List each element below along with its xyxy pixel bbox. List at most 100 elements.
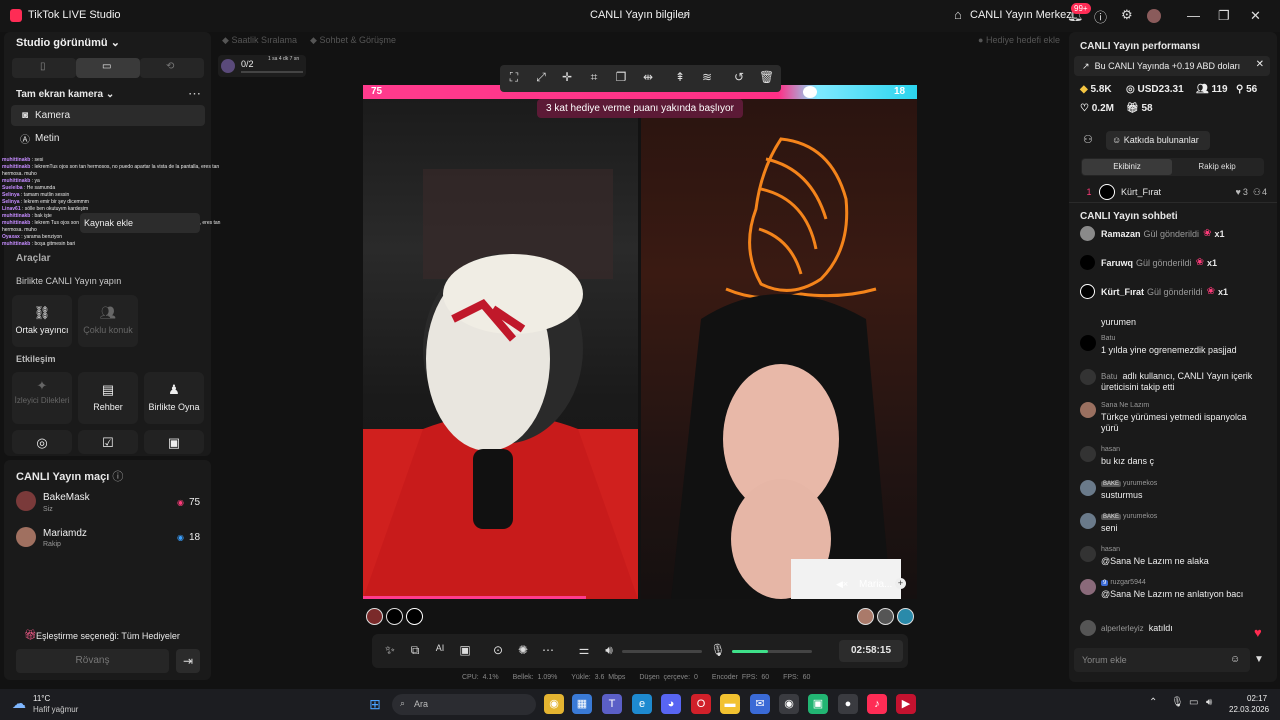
- minimize-icon[interactable]: —: [1187, 8, 1200, 23]
- expand-icon[interactable]: ⤢: [534, 70, 548, 85]
- tool-button[interactable]: ☑: [78, 430, 138, 454]
- participant-avatar[interactable]: [857, 608, 874, 625]
- heart-icon[interactable]: ♥: [1254, 625, 1262, 640]
- add-icon[interactable]: +: [895, 578, 906, 589]
- clock-date[interactable]: 22.03.2026: [1229, 705, 1269, 714]
- source-camera[interactable]: ◙ Kamera: [11, 105, 205, 126]
- more-icon[interactable]: ⋯: [540, 643, 556, 657]
- network-icon[interactable]: ▭: [1189, 697, 1198, 708]
- gift-match-option[interactable]: Eşleştirme seçeneği: Tüm Hediyeler: [36, 631, 180, 641]
- portrait-view-button[interactable]: ▯: [12, 58, 76, 78]
- chrome-active-icon[interactable]: ◉: [779, 694, 799, 714]
- chevron-up-icon[interactable]: ⌃: [1149, 697, 1157, 708]
- screen-share-icon[interactable]: ⧉: [407, 643, 423, 658]
- flip-icon[interactable]: ⇹: [641, 70, 655, 84]
- chrome-icon[interactable]: ◉: [544, 694, 564, 714]
- contributors-button[interactable]: ☺ Katkıda bulunanlar: [1106, 131, 1210, 150]
- live-info-title[interactable]: CANLI Yayın bilgileri: [590, 9, 690, 21]
- discord-icon[interactable]: ◕: [661, 694, 681, 714]
- mute-icon[interactable]: ◀×: [836, 579, 848, 590]
- tab-rival-team[interactable]: Rakip ekip: [1172, 159, 1262, 175]
- tool-button[interactable]: ▣: [144, 430, 204, 454]
- chat-call[interactable]: ◆ Sohbet & Görüşme: [310, 35, 396, 46]
- play-together-button[interactable]: ♟ Birlikte Oyna: [144, 372, 204, 424]
- help-icon[interactable]: ⓘ: [1094, 7, 1107, 26]
- layer-up-icon[interactable]: ⇞: [673, 70, 687, 84]
- clock-time[interactable]: 02:17: [1247, 694, 1267, 703]
- rotate-icon[interactable]: ↺: [732, 70, 746, 84]
- emoji-icon[interactable]: ☺: [1230, 654, 1240, 665]
- player-score: 18: [189, 532, 201, 543]
- more-options-icon[interactable]: ⋯: [188, 86, 201, 102]
- participant-avatar[interactable]: [366, 608, 383, 625]
- participant-avatar[interactable]: [897, 608, 914, 625]
- close-icon[interactable]: ✕: [1250, 8, 1261, 24]
- store-icon[interactable]: ▦: [572, 694, 592, 714]
- center-icon[interactable]: ✛: [560, 70, 574, 84]
- tiktok-icon[interactable]: ♪: [867, 694, 887, 714]
- avatar: [1080, 255, 1095, 270]
- folder-icon[interactable]: ▬: [720, 694, 740, 714]
- people-icon: ⚇: [1252, 186, 1261, 197]
- weather-icon[interactable]: ☁: [12, 695, 26, 712]
- filter-icon[interactable]: ▼: [1254, 654, 1264, 665]
- record-icon[interactable]: ⊙: [490, 643, 506, 657]
- obs-icon[interactable]: ●: [838, 694, 858, 714]
- media-icon[interactable]: ▶: [896, 694, 916, 714]
- gift-goal[interactable]: ● Hediye hedefi ekle: [978, 35, 1060, 45]
- gear-icon[interactable]: ⚙: [1121, 7, 1133, 23]
- performance-stats: CPU: 4.1% Bellek: 1.09% Yükle: 3.6 Mbps …: [462, 674, 820, 681]
- effects-icon[interactable]: ✺: [515, 643, 531, 657]
- scene-selector[interactable]: Tam ekran kamera ⌄: [16, 89, 114, 100]
- rotate-view-button[interactable]: ⟲: [140, 58, 204, 78]
- taskbar-search[interactable]: ⌕ Ara: [392, 694, 536, 715]
- edge-icon[interactable]: e: [632, 694, 652, 714]
- avatar: [1080, 546, 1096, 562]
- settings-sliders-icon[interactable]: ⚌: [576, 643, 592, 657]
- add-source-button[interactable]: Kaynak ekle: [80, 213, 200, 233]
- ai-icon[interactable]: AI: [432, 643, 448, 653]
- guide-button[interactable]: ▤ Rehber: [78, 372, 138, 424]
- landscape-view-button[interactable]: ▭: [76, 58, 140, 78]
- profile-avatar[interactable]: [1147, 9, 1161, 23]
- participant-avatar[interactable]: [406, 608, 423, 625]
- volume-slider[interactable]: [622, 650, 702, 653]
- magic-wand-icon[interactable]: ✨︎: [382, 643, 398, 658]
- app-icon[interactable]: ▣: [808, 694, 828, 714]
- co-host-button[interactable]: ⛓ Ortak yayıncı: [12, 295, 72, 347]
- windows-start-icon[interactable]: ⊞: [365, 694, 385, 714]
- mic-level-slider[interactable]: [732, 650, 812, 653]
- tool-button[interactable]: ◎: [12, 430, 72, 454]
- volume-icon[interactable]: 🔊︎: [1206, 697, 1212, 708]
- share-icon[interactable]: ↗: [681, 8, 691, 22]
- duplicate-icon[interactable]: ❐: [614, 70, 628, 84]
- hourly-ranking[interactable]: ◆ Saatlik Sıralama: [222, 35, 297, 46]
- avatar: [1099, 184, 1115, 200]
- tab-your-team[interactable]: Ekibiniz: [1082, 159, 1172, 175]
- comment-input[interactable]: Yorum ekle: [1074, 648, 1250, 672]
- fit-screen-icon[interactable]: ⛶: [507, 70, 521, 85]
- participant-avatar[interactable]: [386, 608, 403, 625]
- microphone-icon[interactable]: 🎙︎: [1171, 697, 1184, 708]
- viewer-wishes-button[interactable]: ✦ İzleyici Dilekleri: [12, 372, 72, 424]
- caption-icon[interactable]: ▣: [457, 643, 473, 657]
- live-center-button[interactable]: CANLI Yayın Merkezi: [970, 9, 1074, 21]
- mail-icon[interactable]: ✉: [750, 694, 770, 714]
- opera-icon[interactable]: O: [691, 694, 711, 714]
- source-text[interactable]: Ⓐ Metin: [11, 128, 205, 149]
- help-icon[interactable]: ⓘ: [112, 471, 123, 483]
- maximize-icon[interactable]: ❐: [1218, 8, 1230, 24]
- multi-guest-button[interactable]: 👥︎ Çoklu konuk: [78, 295, 138, 347]
- teams-icon[interactable]: T: [602, 694, 622, 714]
- crop-icon[interactable]: ⌗: [587, 70, 601, 85]
- microphone-icon[interactable]: 🎙︎: [710, 643, 726, 657]
- exit-match-icon[interactable]: ⇥: [176, 649, 200, 673]
- speaker-icon[interactable]: 🔊︎: [601, 643, 617, 658]
- layer-icon[interactable]: ≋: [700, 70, 714, 84]
- delete-icon[interactable]: 🗑︎: [759, 70, 774, 84]
- studio-view-dropdown[interactable]: Studio görünümü ⌄: [16, 36, 120, 49]
- home-icon[interactable]: ⌂: [954, 7, 962, 22]
- close-icon[interactable]: ✕: [1256, 59, 1264, 70]
- participant-avatar[interactable]: [877, 608, 894, 625]
- rematch-button[interactable]: Rövanş: [16, 649, 169, 673]
